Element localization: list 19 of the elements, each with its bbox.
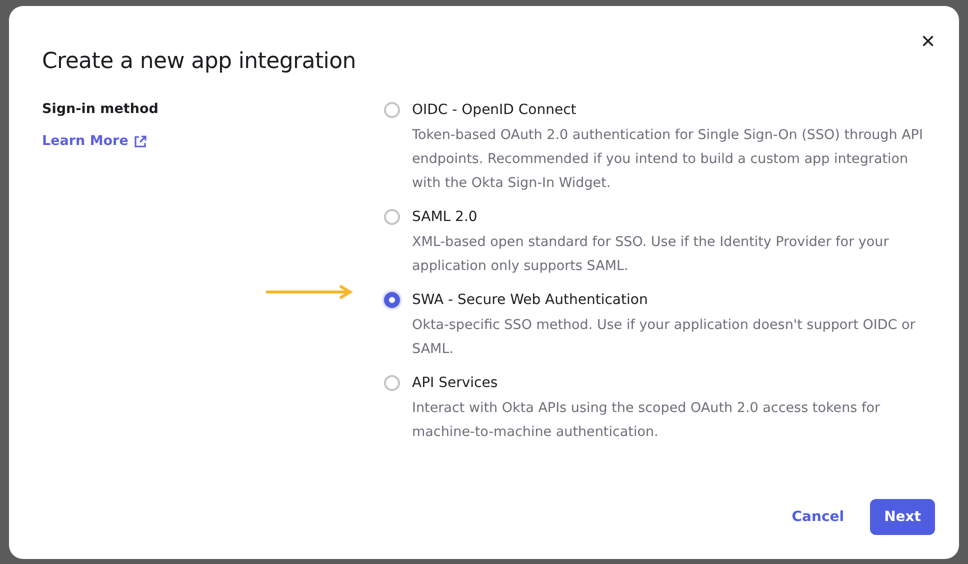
field-label: Sign-in method	[42, 101, 160, 117]
cancel-button[interactable]: Cancel	[792, 499, 844, 535]
option-description: Token-based OAuth 2.0 authentication for Single Sign-On (SSO) through API endpoints. Recommended if you intend to build a custom app integration with the Okta Sign-In Widget.	[412, 126, 924, 193]
external-link-icon	[134, 134, 148, 148]
next-button[interactable]: Next	[870, 499, 935, 535]
option-label: API Services	[412, 374, 499, 393]
learn-more-link[interactable]: Learn More	[42, 133, 148, 149]
radio-button[interactable]	[384, 102, 400, 118]
option-label: SAML 2.0	[412, 208, 478, 227]
radio-button[interactable]	[384, 209, 400, 225]
option-label: OIDC - OpenID Connect	[412, 101, 578, 120]
dialog-title: Create a new app integration	[42, 49, 356, 74]
option-description: XML-based open standard for SSO. Use if the Identity Provider for your application only supports SAML.	[412, 233, 890, 276]
radio-button[interactable]	[384, 292, 400, 308]
option-description: Interact with Okta APIs using the scoped OAuth 2.0 access tokens for machine-to-machine authentication.	[412, 399, 882, 442]
radio-button[interactable]	[384, 375, 400, 391]
close-button[interactable]: ×	[918, 32, 937, 52]
option-label: SWA - Secure Web Authentication	[412, 291, 649, 310]
option-description: Okta-specific SSO method. Use if your application doesn't support OIDC or SAML.	[412, 316, 916, 359]
